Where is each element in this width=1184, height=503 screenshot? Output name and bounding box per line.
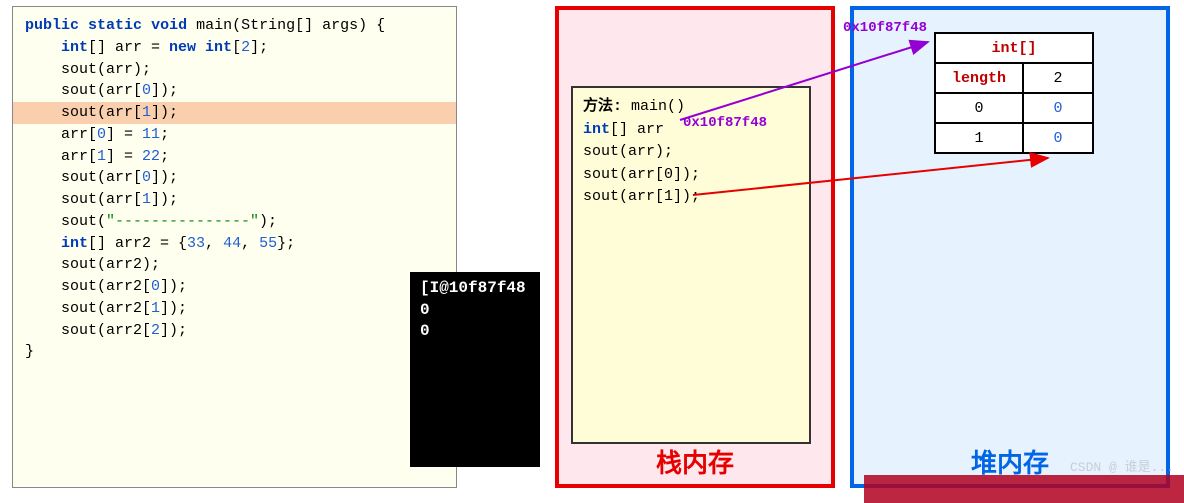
watermark-text: CSDN @ 谁是... <box>1070 456 1174 475</box>
heap-memory-panel: int[] length 2 0 0 1 0 堆内存 <box>850 6 1170 488</box>
heap-index-1: 1 <box>935 123 1023 153</box>
stack-address-label: 0x10f87f48 <box>683 115 767 131</box>
code-line-11: int[] arr2 = {33, 44, 55}; <box>25 233 444 255</box>
code-line-4: sout(arr[0]); <box>25 80 444 102</box>
code-line-12: sout(arr2); <box>25 254 444 276</box>
code-line-3: sout(arr); <box>25 59 444 81</box>
code-line-16: } <box>25 341 444 363</box>
console-line-1: [I@10f87f48 <box>420 279 526 297</box>
console-output: [I@10f87f48 0 0 <box>410 272 540 467</box>
code-line-9: sout(arr[1]); <box>25 189 444 211</box>
stack-line-3: sout(arr[0]); <box>583 164 799 187</box>
code-line-8: sout(arr[0]); <box>25 167 444 189</box>
stack-title: 栈内存 <box>559 443 831 480</box>
stack-memory-panel: 方法: main() int[] arr sout(arr); sout(arr… <box>555 6 835 488</box>
heap-value-1: 0 <box>1023 123 1093 153</box>
console-line-2: 0 <box>420 301 430 319</box>
watermark-strip <box>864 475 1184 503</box>
code-line-6: arr[0] = 11; <box>25 124 444 146</box>
heap-index-0: 0 <box>935 93 1023 123</box>
code-line-13: sout(arr2[0]); <box>25 276 444 298</box>
stack-line-4: sout(arr[1]); <box>583 186 799 209</box>
heap-length-label: length <box>935 63 1023 93</box>
heap-value-0: 0 <box>1023 93 1093 123</box>
code-line-15: sout(arr2[2]); <box>25 320 444 342</box>
code-line-5-highlighted: sout(arr[1]); <box>13 102 456 124</box>
heap-length-value: 2 <box>1023 63 1093 93</box>
code-line-7: arr[1] = 22; <box>25 146 444 168</box>
stack-frame-main: 方法: main() int[] arr sout(arr); sout(arr… <box>571 86 811 444</box>
heap-address-label: 0x10f87f48 <box>843 20 927 36</box>
heap-object-table: int[] length 2 0 0 1 0 <box>934 32 1094 154</box>
code-line-10: sout("---------------"); <box>25 211 444 233</box>
code-line-2: int[] arr = new int[2]; <box>25 37 444 59</box>
heap-object-type: int[] <box>935 33 1093 63</box>
console-line-3: 0 <box>420 322 430 340</box>
code-panel: public static void main(String[] args) {… <box>12 6 457 488</box>
code-line-1: public static void main(String[] args) { <box>25 15 444 37</box>
code-line-14: sout(arr2[1]); <box>25 298 444 320</box>
stack-line-2: sout(arr); <box>583 141 799 164</box>
